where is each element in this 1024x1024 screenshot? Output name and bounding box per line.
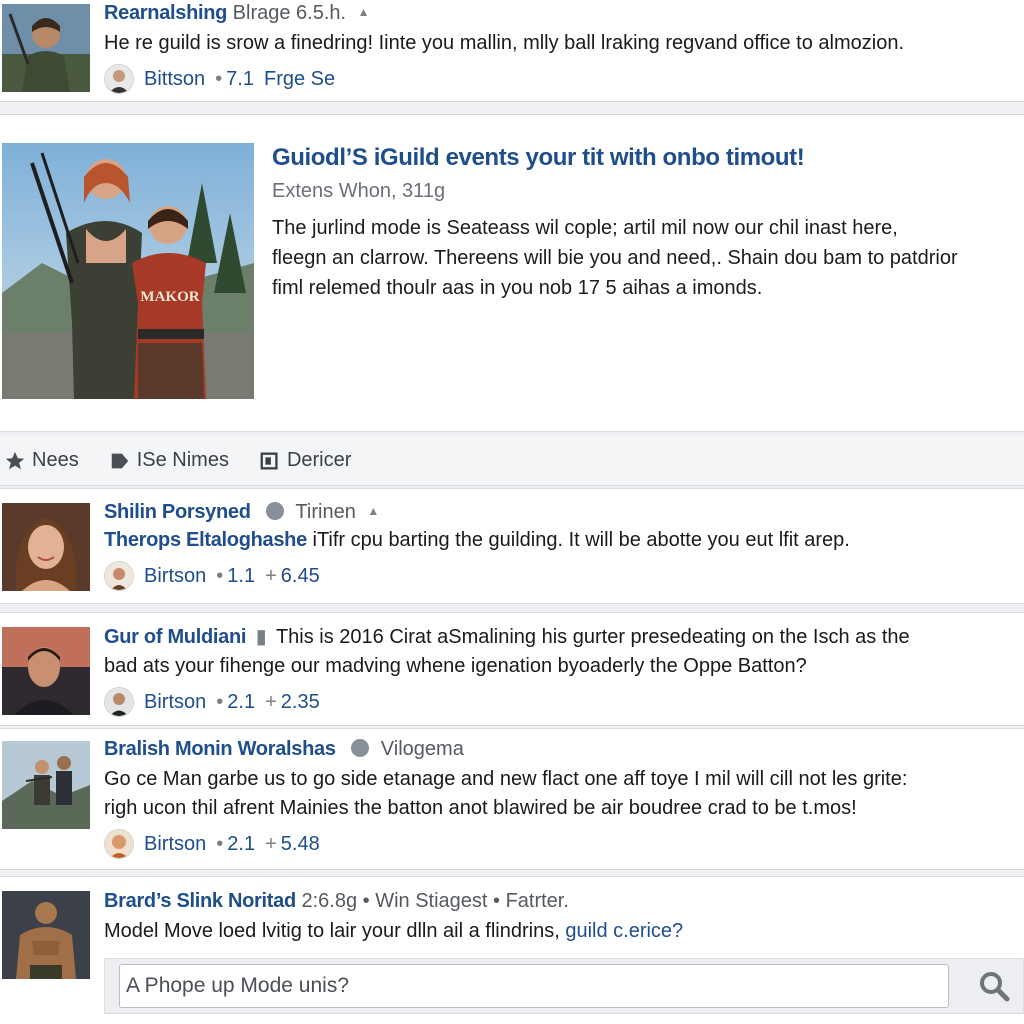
post-meta: Blrage 6.5.h. bbox=[232, 2, 347, 24]
post-text: righ ucon thil afrent Mainies the batton… bbox=[104, 797, 857, 819]
chevron-up-icon[interactable]: ▲ bbox=[358, 5, 370, 19]
featured-subtitle: Extens Whon, 311g bbox=[272, 180, 446, 202]
post-author[interactable]: Shilin Porsyned bbox=[104, 501, 251, 523]
post-text-row: Model Move loed lvitig to lair your dlln… bbox=[104, 917, 1016, 946]
tab-bar: Nees ISe Nimes Dericer bbox=[0, 436, 1024, 486]
post-author[interactable]: Rearnalshing bbox=[104, 2, 227, 24]
post-footer: Birtson • 2.1 + 2.35 bbox=[104, 687, 1016, 717]
post-text-row: Gur of Muldiani ▮ This is 2016 Cirat aSm… bbox=[104, 623, 1016, 652]
footer-score: 2.1 bbox=[227, 690, 256, 713]
avatar[interactable] bbox=[104, 64, 134, 94]
post-thumbnail[interactable] bbox=[2, 741, 90, 829]
post-author[interactable]: Brard’s Slink Noritad bbox=[104, 890, 296, 912]
tab-label: ISe Nimes bbox=[136, 449, 229, 471]
post-text: He re guild is srow a finedring! Iinte y… bbox=[104, 32, 905, 54]
footer-extra[interactable]: 5.48 bbox=[281, 833, 320, 856]
help-icon bbox=[351, 739, 370, 757]
post-footer: Bittson • 7.1 Frge Se bbox=[104, 64, 1016, 94]
featured-text-line: fleegn an clarrow. Thereens will bie you… bbox=[272, 247, 958, 269]
post-text-row: Therops Eltaloghashe iTifr cpu barting t… bbox=[104, 526, 1016, 555]
post-card: Rearnalshing Blrage 6.5.h. ▲ He re guild… bbox=[0, 0, 1024, 102]
post-card: Shilin Porsyned Tirinen ▲ Therops Eltalo… bbox=[0, 488, 1024, 604]
footer-extra[interactable]: 2.35 bbox=[281, 691, 320, 714]
bookmark-icon[interactable]: ▮ bbox=[256, 626, 267, 648]
separator-dot: • bbox=[216, 832, 224, 855]
post-thumbnail[interactable] bbox=[2, 4, 90, 92]
post-author[interactable]: Gur of Muldiani bbox=[104, 626, 246, 648]
avatar[interactable] bbox=[104, 687, 134, 717]
footer-username[interactable]: Birtson bbox=[144, 691, 206, 714]
post-subtitle[interactable]: Therops Eltaloghashe bbox=[104, 529, 307, 551]
footer-username[interactable]: Birtson bbox=[144, 833, 206, 856]
post-thumbnail[interactable] bbox=[2, 891, 90, 979]
search-button[interactable] bbox=[977, 969, 1011, 1003]
tab-label: Nees bbox=[32, 449, 79, 471]
tag-icon bbox=[111, 453, 128, 468]
separator-dot: • bbox=[216, 690, 224, 713]
tab-dericer[interactable]: Dericer bbox=[259, 449, 351, 472]
post-card: Bralish Monin Woralshas Vilogema Go ce M… bbox=[0, 728, 1024, 870]
post-footer: Birtson • 1.1 + 6.45 bbox=[104, 561, 1016, 591]
post-thumbnail[interactable] bbox=[2, 503, 90, 591]
post-card: Gur of Muldiani ▮ This is 2016 Cirat aSm… bbox=[0, 612, 1024, 726]
footer-username[interactable]: Bittson bbox=[144, 68, 205, 91]
search-icon bbox=[980, 972, 1010, 1002]
post-link[interactable]: guild c.erice? bbox=[565, 920, 683, 942]
featured-post: MAKOR Guiodl’S iGuild events your tit wi… bbox=[0, 114, 1024, 432]
document-icon bbox=[260, 452, 278, 469]
post-meta: Vilogema bbox=[380, 738, 464, 760]
tab-ise-nimes[interactable]: ISe Nimes bbox=[109, 449, 229, 472]
tab-nees[interactable]: Nees bbox=[4, 449, 79, 472]
plus-icon: + bbox=[265, 832, 277, 855]
post-text: This is 2016 Cirat aSmalining his gurter… bbox=[275, 626, 910, 648]
separator-dot: • bbox=[216, 564, 224, 587]
reply-bar bbox=[104, 958, 1024, 1014]
footer-score: 7.1 bbox=[226, 67, 254, 90]
featured-text: The jurlind mode is Seateass wil cople; … bbox=[272, 213, 1016, 303]
footer-extra[interactable]: 6.45 bbox=[281, 565, 320, 588]
post-footer: Birtson • 2.1 + 5.48 bbox=[104, 829, 1016, 859]
post-thumbnail[interactable] bbox=[2, 627, 90, 715]
avatar[interactable] bbox=[104, 829, 134, 859]
featured-text-line: fiml relemed thoulr aas in you nob 17 5 … bbox=[272, 277, 763, 299]
post-author[interactable]: Bralish Monin Woralshas bbox=[104, 738, 336, 760]
post-text: Go ce Man garbe us to go side etanage an… bbox=[104, 768, 908, 790]
shirt-label: MAKOR bbox=[140, 289, 199, 305]
post-text: Model Move loed lvitig to lair your dlln… bbox=[104, 920, 560, 942]
footer-score: 1.1 bbox=[227, 564, 256, 587]
post-meta: Tirinen bbox=[295, 501, 356, 523]
reply-input[interactable] bbox=[119, 964, 949, 1008]
plus-icon: + bbox=[265, 564, 277, 587]
chevron-up-icon[interactable]: ▲ bbox=[367, 504, 379, 518]
star-icon bbox=[5, 451, 25, 469]
featured-title[interactable]: Guiodl’S iGuild events your tit with onb… bbox=[272, 143, 1016, 173]
post-text: bad ats your fihenge our madving whene i… bbox=[104, 655, 807, 677]
tab-label: Dericer bbox=[286, 449, 352, 471]
avatar[interactable] bbox=[104, 561, 134, 591]
footer-username[interactable]: Birtson bbox=[144, 565, 206, 588]
footer-score: 2.1 bbox=[227, 832, 256, 855]
feed: Rearnalshing Blrage 6.5.h. ▲ He re guild… bbox=[0, 0, 1024, 1024]
plus-icon: + bbox=[265, 690, 277, 713]
separator-dot: • bbox=[215, 67, 223, 90]
tag-icon bbox=[266, 502, 285, 520]
featured-image[interactable]: MAKOR bbox=[2, 143, 254, 399]
featured-text-line: The jurlind mode is Seateass wil cople; … bbox=[272, 217, 898, 239]
post-meta: 2:6.8g • Win Stiagest • Fatrter. bbox=[301, 890, 569, 912]
footer-extra[interactable]: Frge Se bbox=[264, 68, 335, 91]
post-text: iTifr cpu barting the guilding. It will … bbox=[312, 529, 850, 551]
